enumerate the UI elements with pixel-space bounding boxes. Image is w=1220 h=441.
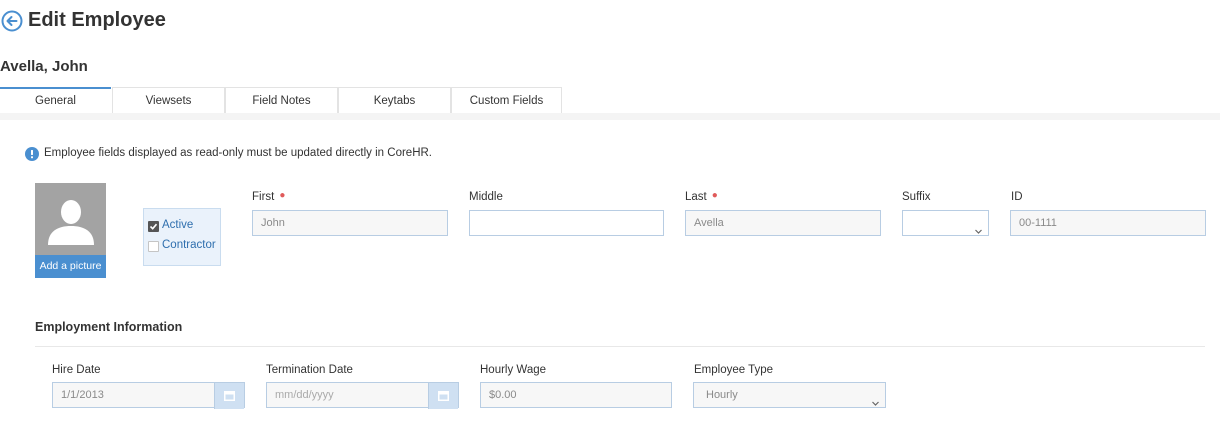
tab-viewsets[interactable]: Viewsets — [112, 87, 225, 114]
contractor-checkbox[interactable] — [148, 241, 159, 252]
calendar-icon — [438, 391, 449, 401]
user-silhouette-icon — [48, 200, 94, 245]
hire-date-value: 1/1/2013 — [61, 389, 104, 401]
employment-section-title: Employment Information — [35, 320, 183, 334]
page-title: Edit Employee — [28, 9, 166, 31]
hire-date-label: Hire Date — [52, 364, 101, 376]
hire-date-calendar-button[interactable] — [214, 383, 244, 409]
tab-field-notes[interactable]: Field Notes — [225, 87, 338, 114]
tab-keytabs[interactable]: Keytabs — [338, 87, 451, 114]
tab-custom-fields[interactable]: Custom Fields — [451, 87, 562, 114]
hourly-wage-input[interactable]: $0.00 — [480, 382, 672, 408]
first-name-label: First ● — [252, 190, 286, 203]
back-arrow-icon[interactable] — [1, 10, 23, 32]
chevron-down-icon — [872, 392, 879, 406]
content-separator — [0, 113, 1220, 120]
last-name-input[interactable]: Avella — [685, 210, 881, 236]
employee-id-input[interactable]: 00-1111 — [1010, 210, 1206, 236]
tab-bar: General Viewsets Field Notes Keytabs Cus… — [0, 87, 1220, 114]
suffix-label: Suffix — [902, 191, 931, 203]
add-picture-button[interactable]: Add a picture — [35, 255, 106, 278]
chevron-down-icon — [975, 220, 982, 234]
calendar-icon — [224, 391, 235, 401]
last-name-label-text: Last — [685, 191, 707, 203]
first-name-label-text: First — [252, 191, 275, 203]
last-name-label: Last ● — [685, 190, 718, 203]
termination-date-label: Termination Date — [266, 364, 353, 376]
page-header: Edit Employee — [0, 0, 1220, 44]
required-marker: ● — [279, 190, 286, 201]
contractor-label: Contractor — [162, 239, 216, 251]
employee-name: Avella, John — [0, 58, 88, 75]
avatar: Add a picture — [35, 183, 106, 278]
active-checkbox[interactable] — [148, 221, 159, 232]
employee-type-value: Hourly — [706, 389, 738, 401]
status-box: Active Contractor — [143, 208, 221, 266]
middle-name-input[interactable] — [469, 210, 664, 236]
id-label: ID — [1011, 191, 1023, 203]
termination-date-placeholder: mm/dd/yyyy — [275, 389, 334, 401]
required-marker: ● — [711, 190, 718, 201]
hire-date-input[interactable]: 1/1/2013 — [52, 382, 245, 409]
termination-date-input[interactable]: mm/dd/yyyy — [266, 382, 459, 409]
middle-name-label: Middle — [469, 191, 503, 203]
tab-general[interactable]: General — [0, 87, 111, 114]
section-divider — [35, 346, 1205, 347]
active-label: Active — [162, 219, 194, 231]
info-icon — [25, 147, 39, 161]
hourly-wage-label: Hourly Wage — [480, 364, 547, 376]
employee-type-label: Employee Type — [694, 364, 774, 376]
first-name-input[interactable]: John — [252, 210, 448, 236]
suffix-select[interactable] — [902, 210, 989, 236]
termination-date-calendar-button[interactable] — [428, 383, 458, 409]
readonly-notice: Employee fields displayed as read-only m… — [44, 147, 433, 159]
employee-type-select[interactable]: Hourly — [693, 382, 886, 408]
